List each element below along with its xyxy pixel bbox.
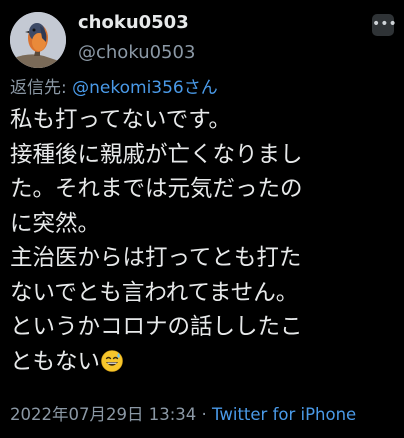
display-name[interactable]: choku0503 <box>78 12 195 34</box>
reply-mention-link[interactable]: @nekomi356さん <box>72 78 218 98</box>
user-handle[interactable]: @choku0503 <box>78 40 195 66</box>
reply-to: 返信先: @nekomi356さん <box>10 77 218 99</box>
meta-separator: · <box>196 405 213 424</box>
tweet-text-line: 私も打ってないです。 <box>10 107 231 133</box>
tweet-text-line: 接種後に親戚が亡くなりまし <box>10 141 303 168</box>
tweet-text-line-content: ともない <box>10 348 101 375</box>
source-link[interactable]: Twitter for iPhone <box>212 405 356 424</box>
tweet-text-line: ないでとも言われてません。 <box>10 279 299 306</box>
tweet-text-line: というかコロナの話ししたこ <box>10 314 303 340</box>
tweet-card: choku0503 @choku0503 ••• 返信先: @nekomi356… <box>0 0 404 438</box>
tweet-text-line: 主治医からは打ってとも打た <box>10 245 302 271</box>
grinning-sweat-emoji-icon <box>101 349 123 372</box>
avatar[interactable] <box>10 12 66 68</box>
reply-prefix: 返信先: <box>10 78 73 98</box>
ellipsis-icon[interactable]: ••• <box>372 14 397 36</box>
tweet-text-line: に突然。 <box>10 210 101 237</box>
tweet-meta: 2022年07月29日 13:34 · Twitter for iPhone <box>10 404 356 426</box>
tweet-header: choku0503 @choku0503 <box>78 12 195 66</box>
tweet-text-line-last: ともない <box>10 345 400 380</box>
timestamp[interactable]: 2022年07月29日 13:34 <box>10 405 196 424</box>
tweet-text: 私も打ってないです。 接種後に親戚が亡くなりまし た。それまでは元気だったの に… <box>10 103 400 379</box>
bird-avatar-image <box>10 12 66 68</box>
tweet-text-line: た。それまでは元気だったの <box>10 176 303 202</box>
